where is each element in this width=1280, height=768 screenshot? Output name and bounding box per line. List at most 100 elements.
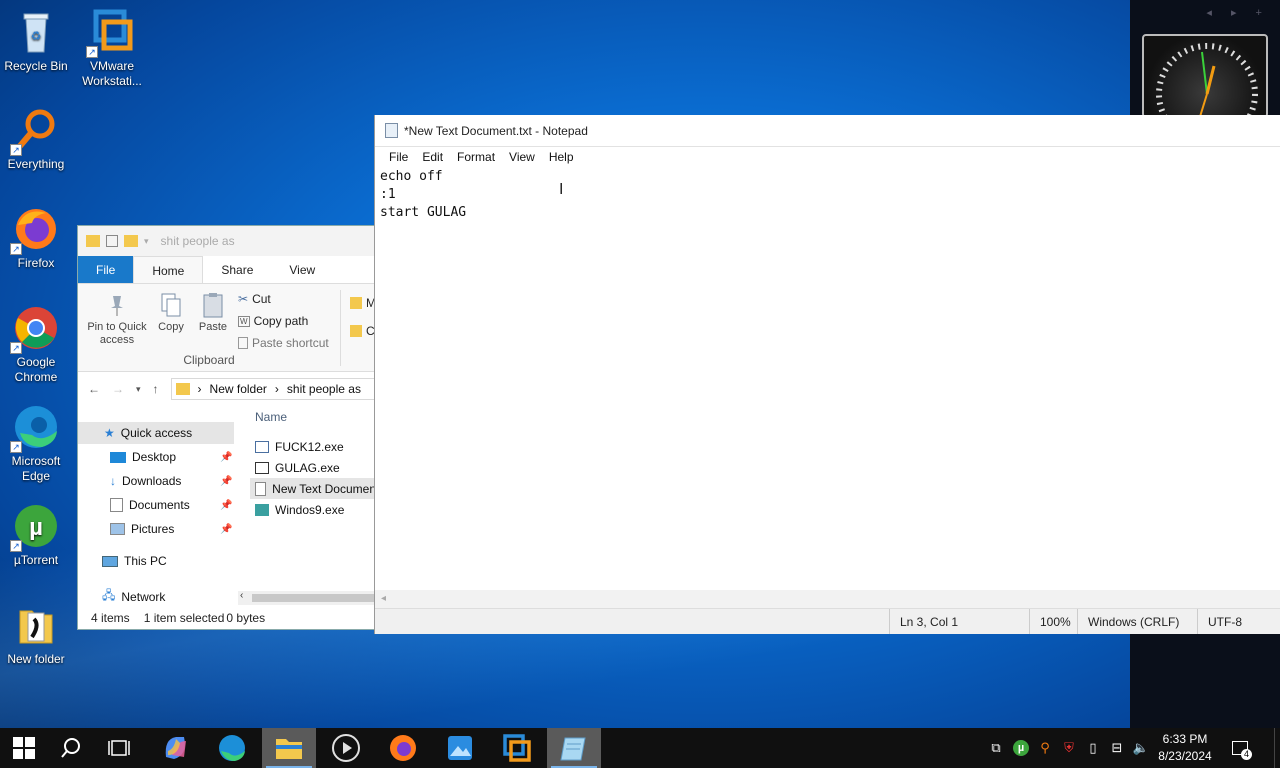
svg-text:µ: µ — [29, 514, 43, 541]
desktop-icon-label: Microsoft Edge — [11, 454, 61, 483]
pin-to-quick-access-button[interactable]: Pin to Quick access — [84, 292, 150, 347]
file-explorer-window[interactable]: ▾ shit people as File Home Share View Pi… — [77, 225, 377, 630]
desktop-icon-label: µTorrent — [13, 553, 59, 567]
menu-help[interactable]: Help — [542, 150, 581, 164]
menu-format[interactable]: Format — [450, 150, 502, 164]
forward-arrow-icon[interactable]: → — [112, 382, 124, 396]
notepad-text-area[interactable]: echo off :1 start GULAG — [375, 167, 1280, 590]
desktop-icon-utorrent[interactable]: µ ↗ µTorrent — [0, 502, 72, 568]
copy-path-icon: W — [238, 315, 250, 327]
chevron-down-icon[interactable]: ▾ — [136, 384, 141, 395]
desktop-icon-recycle-bin[interactable]: ♻ Recycle Bin — [0, 8, 72, 74]
explorer-titlebar[interactable]: ▾ shit people as — [78, 226, 376, 256]
windows-logo-icon — [13, 737, 35, 759]
nav-this-pc[interactable]: This PC — [102, 554, 167, 568]
task-view-button[interactable] — [94, 728, 144, 768]
ribbon-tabs: File Home Share View — [78, 256, 376, 284]
taskbar-copilot[interactable] — [148, 728, 202, 768]
taskbar-media-player[interactable] — [319, 728, 373, 768]
tab-home[interactable]: Home — [133, 256, 204, 283]
photos-icon — [448, 736, 472, 760]
ribbon-home: Pin to Quick access Copy Paste ✂ Cut W Cop… — [78, 284, 376, 372]
breadcrumb-new-folder[interactable]: New folder — [210, 382, 267, 396]
notepad-status-bar: Ln 3, Col 1 100% Windows (CRLF) UTF-8 — [375, 608, 1280, 634]
taskbar-notepad[interactable] — [547, 728, 601, 768]
pin-icon[interactable]: 📌 — [220, 452, 232, 463]
tray-usb-icon[interactable]: ▯ — [1082, 728, 1104, 768]
desktop-icon-firefox[interactable]: ↗ Firefox — [0, 205, 72, 271]
file-row-selected[interactable]: New Text Documen — [250, 478, 376, 499]
taskbar-file-explorer[interactable] — [262, 728, 316, 768]
copy-button[interactable]: Copy — [156, 292, 186, 334]
tab-share[interactable]: Share — [203, 256, 271, 283]
notepad-window[interactable]: *New Text Document.txt - Notepad File Ed… — [374, 115, 1280, 634]
menu-view[interactable]: View — [502, 150, 542, 164]
back-arrow-icon[interactable]: ← — [88, 382, 100, 396]
desktop-icon-edge[interactable]: ↗ Microsoft Edge — [0, 403, 72, 484]
menu-edit[interactable]: Edit — [415, 150, 450, 164]
scrollbar-thumb[interactable] — [252, 594, 376, 602]
paste-icon — [201, 292, 225, 318]
nav-quick-access[interactable]: ★ Quick access — [78, 422, 234, 444]
tab-view[interactable]: View — [271, 256, 333, 283]
tray-window-icon[interactable]: ⧉ — [986, 728, 1006, 768]
nav-network[interactable]: 🖧 Network — [102, 586, 165, 607]
pin-icon[interactable]: 📌 — [220, 524, 232, 535]
exe-icon — [255, 461, 269, 474]
scroll-left-icon[interactable]: ◂ — [381, 593, 386, 604]
desktop-icon-everything[interactable]: ↗ Everything — [0, 106, 72, 172]
copilot-icon — [165, 737, 186, 759]
taskbar-edge[interactable] — [205, 728, 259, 768]
paste-shortcut-icon — [238, 337, 248, 349]
file-row[interactable]: GULAG.exe — [250, 457, 376, 478]
desktop-icon-chrome[interactable]: ↗ Google Chrome — [0, 304, 72, 385]
taskbar-vmware[interactable] — [490, 728, 544, 768]
move-to-button[interactable]: M — [350, 296, 376, 310]
notification-center-button[interactable]: 4 — [1226, 728, 1254, 768]
edge-icon: ↗ — [10, 403, 60, 453]
column-header-name[interactable]: Name — [250, 406, 376, 436]
nav-pictures[interactable]: Pictures — [110, 522, 174, 536]
cut-button[interactable]: ✂ Cut — [238, 292, 271, 306]
nav-downloads[interactable]: ↓ Downloads — [110, 474, 181, 488]
taskbar-photos[interactable] — [433, 728, 487, 768]
taskbar-clock[interactable]: 6:33 PM 8/23/2024 — [1148, 731, 1222, 765]
horizontal-scrollbar[interactable]: ‹ — [238, 590, 376, 605]
notepad-menubar: File Edit Format View Help — [375, 147, 1280, 167]
notepad-titlebar[interactable]: *New Text Document.txt - Notepad — [375, 115, 1280, 147]
desktop-icon-vmware[interactable]: ↗ VMware Workstati... — [76, 8, 148, 89]
notepad-horizontal-scrollbar[interactable]: ◂ — [375, 590, 1280, 608]
nav-documents[interactable]: Documents — [110, 498, 190, 512]
tray-security-icon[interactable]: ⛨ — [1058, 728, 1080, 768]
status-size: 0 bytes — [226, 611, 266, 625]
checkbox-icon[interactable] — [106, 235, 118, 247]
search-button[interactable] — [46, 728, 96, 768]
menu-file[interactable]: File — [382, 150, 415, 164]
breadcrumb-current[interactable]: shit people as — [287, 382, 361, 396]
file-row[interactable]: FUCK12.exe — [250, 436, 376, 457]
desktop-icon-new-folder[interactable]: New folder — [0, 601, 72, 667]
tray-utorrent-icon[interactable]: µ — [1010, 728, 1032, 768]
tab-file[interactable]: File — [78, 256, 134, 283]
tray-everything-icon[interactable]: ⚲ — [1034, 728, 1056, 768]
copy-to-button[interactable]: C — [350, 324, 375, 338]
gadget-nav-icons[interactable]: ◂ ▸ + — [1206, 6, 1270, 19]
scroll-left-icon[interactable]: ‹ — [240, 590, 243, 601]
pin-icon[interactable]: 📌 — [220, 500, 232, 511]
file-row[interactable]: Windos9.exe — [250, 499, 376, 520]
status-zoom: 100% — [1029, 609, 1077, 634]
pin-icon[interactable]: 📌 — [220, 476, 232, 487]
taskbar-firefox[interactable] — [376, 728, 430, 768]
paste-button[interactable]: Paste — [196, 292, 230, 334]
clock-gadget[interactable] — [1142, 34, 1268, 118]
chevron-down-icon[interactable]: ▾ — [144, 236, 149, 247]
tray-network-icon[interactable]: ⊟ — [1106, 728, 1128, 768]
nav-desktop[interactable]: Desktop — [110, 450, 176, 464]
address-bar[interactable]: › New folder › shit people as — [170, 378, 376, 400]
paste-shortcut-button[interactable]: Paste shortcut — [238, 336, 329, 350]
download-arrow-icon: ↓ — [110, 474, 116, 488]
start-button[interactable] — [0, 728, 48, 768]
up-arrow-icon[interactable]: ↑ — [153, 382, 159, 396]
copy-path-button[interactable]: W Copy path — [238, 314, 308, 328]
show-desktop-button[interactable] — [1274, 728, 1280, 768]
